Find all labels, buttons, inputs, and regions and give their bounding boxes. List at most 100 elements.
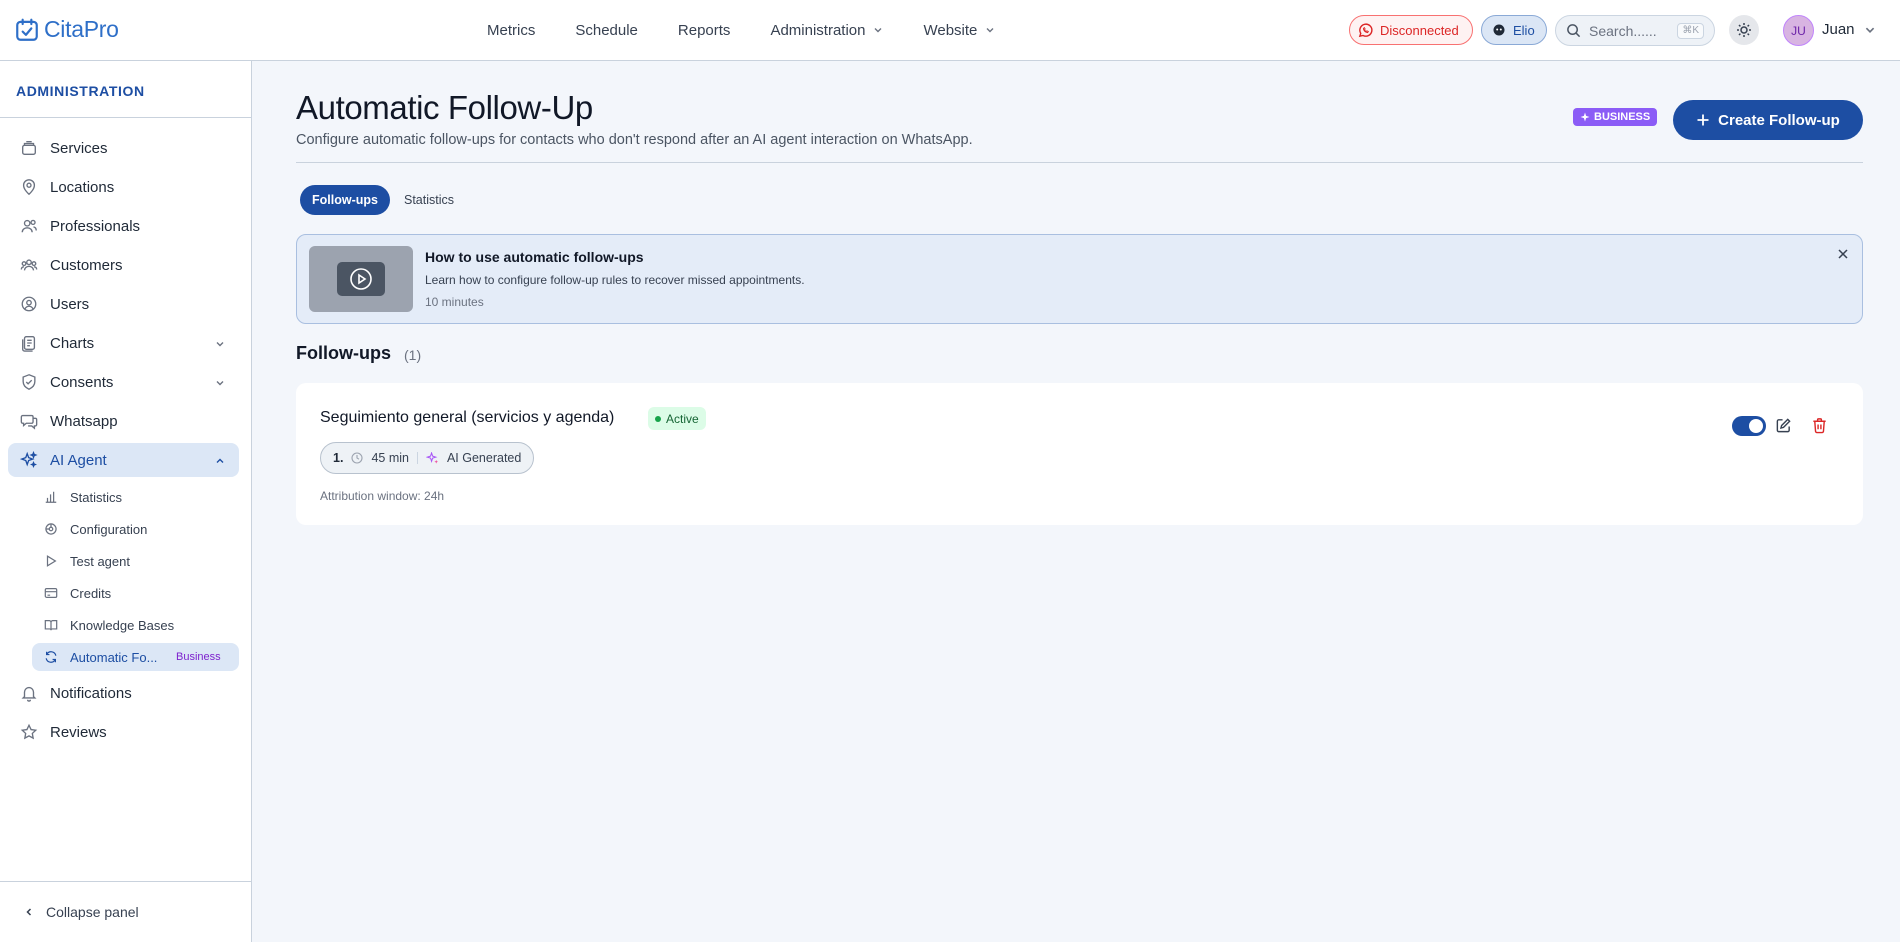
avatar[interactable]: JU bbox=[1783, 15, 1814, 46]
chevron-down-icon bbox=[216, 342, 224, 347]
sidebar-item-label: Notifications bbox=[50, 684, 132, 702]
user-name[interactable]: Juan bbox=[1822, 21, 1855, 38]
collapse-panel-button[interactable]: Collapse panel bbox=[24, 904, 139, 920]
app-logo[interactable]: CitaPro bbox=[14, 16, 119, 43]
whatsapp-status-text: Disconnected bbox=[1380, 22, 1459, 38]
sidebar-item-consents[interactable]: Consents bbox=[8, 365, 239, 399]
sidebar-subitem-knowledge-bases[interactable]: Knowledge Bases bbox=[32, 611, 239, 639]
divider bbox=[296, 162, 1863, 163]
nav-administration[interactable]: Administration bbox=[770, 22, 883, 39]
whatsapp-icon bbox=[1358, 22, 1373, 37]
page-subtitle: Configure automatic follow-ups for conta… bbox=[296, 132, 973, 148]
status-dot bbox=[655, 415, 661, 422]
clock-icon bbox=[351, 452, 363, 464]
nav-schedule[interactable]: Schedule bbox=[575, 22, 638, 39]
sidebar-item-reviews[interactable]: Reviews bbox=[8, 715, 239, 749]
create-follow-up-label: Create Follow-up bbox=[1718, 111, 1840, 129]
search-placeholder: Search...... bbox=[1589, 22, 1657, 39]
sidebar-item-locations[interactable]: Locations bbox=[8, 170, 239, 204]
star-icon bbox=[20, 723, 38, 740]
tutorial-duration: 10 minutes bbox=[425, 295, 484, 309]
sidebar-item-users[interactable]: Users bbox=[8, 287, 239, 321]
sidebar-subitem-label: Knowledge Bases bbox=[70, 617, 175, 633]
play-circle-icon bbox=[350, 268, 372, 290]
sidebar-item-professionals[interactable]: Professionals bbox=[8, 209, 239, 243]
chevron-up-icon bbox=[216, 458, 224, 463]
sidebar-title: ADMINISTRATION bbox=[16, 83, 145, 99]
sidebar-item-charts[interactable]: Charts bbox=[8, 326, 239, 360]
business-plan-label: BUSINESS bbox=[1594, 111, 1651, 123]
top-nav: Metrics Schedule Reports Administration … bbox=[487, 0, 1035, 60]
sidebar-item-label: Charts bbox=[50, 334, 95, 352]
location-pin-icon bbox=[22, 179, 36, 196]
nav-metrics[interactable]: Metrics bbox=[487, 22, 535, 39]
sidebar: ADMINISTRATION Services Locations Profes… bbox=[0, 61, 252, 942]
business-plan-badge: BUSINESS bbox=[1573, 108, 1658, 126]
theme-toggle-button[interactable] bbox=[1729, 15, 1759, 45]
sidebar-item-ai-agent[interactable]: AI Agent bbox=[8, 443, 239, 477]
chevron-down-icon bbox=[986, 28, 994, 33]
sidebar-item-label: Professionals bbox=[50, 217, 141, 235]
tab-statistics[interactable]: Statistics bbox=[392, 185, 466, 215]
agent-name: Elio bbox=[1513, 22, 1535, 38]
sidebar-item-customers[interactable]: Customers bbox=[8, 248, 239, 282]
sidebar-item-whatsapp[interactable]: Whatsapp bbox=[8, 404, 239, 438]
sidebar-subitem-automatic-follow-up[interactable]: Automatic Fo... Business bbox=[32, 643, 239, 671]
follow-up-enabled-toggle[interactable] bbox=[1732, 416, 1766, 436]
page-title: Automatic Follow-Up bbox=[296, 89, 593, 126]
agent-pill[interactable]: Elio bbox=[1481, 15, 1547, 45]
sidebar-item-label: Services bbox=[50, 139, 108, 157]
sidebar-item-label: Whatsapp bbox=[50, 412, 118, 430]
sidebar-subitem-credits[interactable]: Credits bbox=[32, 579, 239, 607]
nav-reports[interactable]: Reports bbox=[678, 22, 731, 39]
chevron-down-icon bbox=[874, 28, 882, 33]
step-mode: AI Generated bbox=[446, 451, 522, 465]
business-tag: Business bbox=[176, 651, 221, 663]
sidebar-item-services[interactable]: Services bbox=[8, 131, 239, 165]
create-follow-up-button[interactable]: Create Follow-up bbox=[1673, 100, 1863, 140]
section-count: (1) bbox=[404, 347, 422, 363]
sparkles-icon bbox=[20, 451, 38, 469]
status-badge: Active bbox=[648, 407, 706, 430]
robot-icon bbox=[1493, 24, 1505, 36]
professionals-icon bbox=[21, 219, 37, 233]
search-input[interactable]: Search...... ⌘K bbox=[1555, 15, 1715, 46]
avatar-initials: JU bbox=[1791, 23, 1806, 38]
close-icon[interactable] bbox=[1836, 247, 1850, 261]
settings-icon bbox=[45, 523, 57, 535]
sidebar-subitem-configuration[interactable]: Configuration bbox=[32, 515, 239, 543]
sidebar-subitem-label: Test agent bbox=[70, 553, 130, 569]
charts-icon bbox=[22, 336, 36, 352]
video-thumbnail[interactable] bbox=[309, 246, 413, 312]
shield-check-icon bbox=[22, 374, 36, 390]
collapse-panel-label: Collapse panel bbox=[46, 904, 139, 920]
sidebar-subitem-test-agent[interactable]: Test agent bbox=[32, 547, 239, 575]
sidebar-item-notifications[interactable]: Notifications bbox=[8, 676, 239, 710]
users-icon bbox=[21, 296, 37, 312]
nav-label: Administration bbox=[770, 21, 866, 39]
bar-chart-icon bbox=[45, 491, 57, 503]
chat-bubbles-icon bbox=[20, 414, 38, 430]
search-shortcut: ⌘K bbox=[1677, 23, 1704, 39]
chevron-down-icon bbox=[216, 381, 224, 386]
divider bbox=[0, 881, 251, 882]
bell-icon bbox=[21, 686, 37, 702]
book-icon bbox=[44, 620, 58, 631]
refresh-icon bbox=[45, 651, 57, 663]
tab-follow-ups[interactable]: Follow-ups bbox=[300, 185, 390, 215]
sun-icon bbox=[1737, 23, 1751, 37]
nav-label: Reports bbox=[677, 21, 731, 39]
calendar-check-icon bbox=[16, 18, 38, 41]
play-icon bbox=[46, 555, 57, 567]
trash-icon[interactable] bbox=[1811, 417, 1828, 434]
edit-icon[interactable] bbox=[1775, 417, 1792, 434]
nav-website[interactable]: Website bbox=[923, 22, 995, 39]
sidebar-item-label: Locations bbox=[50, 178, 115, 196]
whatsapp-status-pill[interactable]: Disconnected bbox=[1349, 15, 1473, 45]
chevron-down-icon[interactable] bbox=[1864, 24, 1876, 36]
app-name: CitaPro bbox=[44, 16, 119, 42]
attribution-window: Attribution window: 24h bbox=[320, 489, 445, 503]
follow-up-name: Seguimiento general (servicios y agenda) bbox=[320, 409, 615, 426]
sidebar-subitem-statistics[interactable]: Statistics bbox=[32, 483, 239, 511]
sparkle-icon bbox=[1580, 112, 1590, 122]
